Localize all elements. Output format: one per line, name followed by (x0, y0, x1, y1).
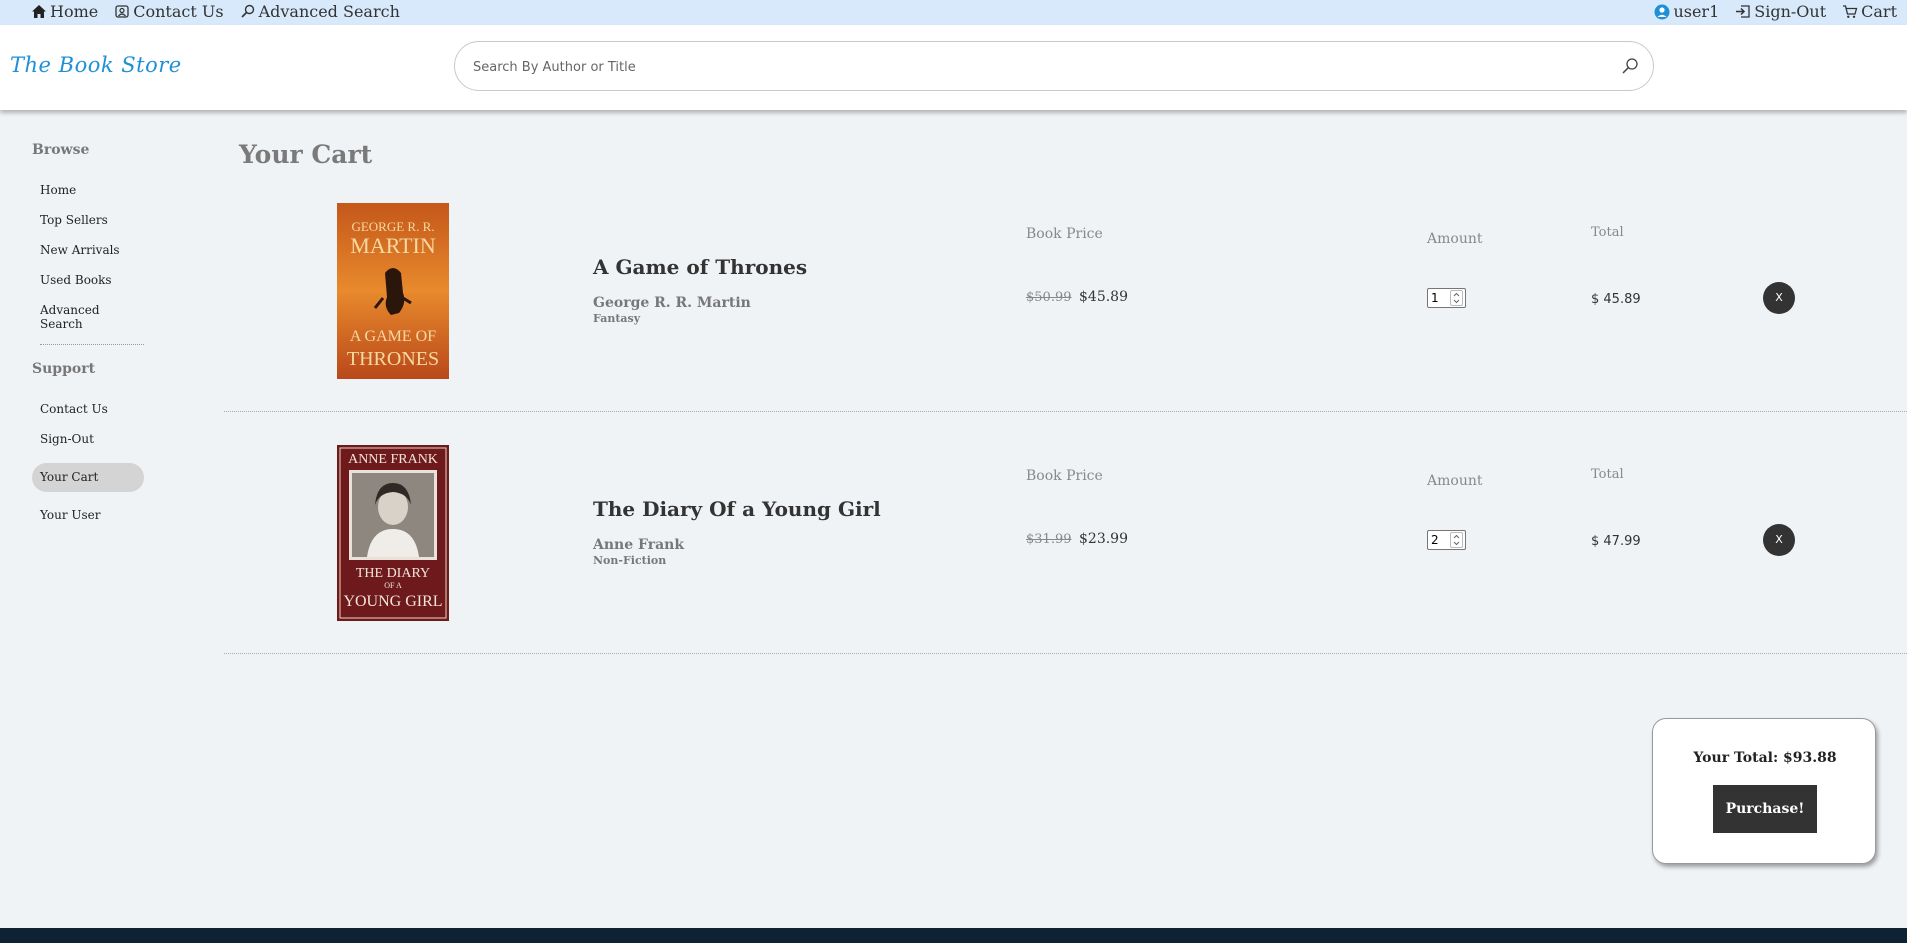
book-genre: Non-Fiction (593, 554, 667, 567)
remove-item-button[interactable]: X (1763, 524, 1795, 556)
cart-icon (1843, 5, 1858, 18)
sidebar-item-your-cart[interactable]: Your Cart (40, 470, 98, 484)
book-author: George R. R. Martin (593, 295, 751, 311)
sign-out-icon (1736, 5, 1750, 18)
search-icon[interactable] (1621, 57, 1639, 75)
svg-text:YOUNG GIRL: YOUNG GIRL (343, 593, 442, 610)
spinner-arrows-icon (1453, 292, 1460, 304)
cart-summary-box: Your Total: $93.88 Purchase! (1652, 718, 1876, 864)
quantity-stepper[interactable]: 2 (1427, 530, 1466, 550)
nav-signout-link[interactable]: Sign-Out (1735, 2, 1826, 21)
nav-cart-link[interactable]: Cart (1842, 2, 1897, 21)
line-total: $ 45.89 (1591, 292, 1641, 307)
svg-text:A GAME OF: A GAME OF (350, 328, 436, 345)
site-header: The Book Store (0, 25, 1907, 110)
svg-text:THRONES: THRONES (347, 348, 439, 370)
original-price: $50.99 (1026, 290, 1072, 305)
book-title[interactable]: A Game of Thrones (593, 255, 807, 279)
top-nav-bar: Home Contact Us Advanced Search user1 Si… (0, 0, 1907, 25)
contact-icon (115, 5, 129, 18)
home-icon (32, 5, 46, 18)
nav-contact-link[interactable]: Contact Us (114, 2, 224, 21)
sidebar-item-new-arrivals[interactable]: New Arrivals (40, 243, 120, 257)
svg-text:ANNE FRANK: ANNE FRANK (348, 452, 438, 467)
sidebar-item-your-user[interactable]: Your User (40, 508, 101, 522)
original-price: $31.99 (1026, 532, 1072, 547)
sidebar-item-used-books[interactable]: Used Books (40, 273, 112, 287)
sidebar-item-sign-out[interactable]: Sign-Out (40, 432, 94, 446)
line-total: $ 47.99 (1591, 534, 1641, 549)
quantity-stepper[interactable]: 1 (1427, 288, 1466, 308)
cart-item: ANNE FRANK THE DIARY OF A YOUNG GIRL The… (224, 442, 1907, 654)
book-price-label: Book Price (1026, 226, 1103, 242)
amount-label: Amount (1427, 231, 1483, 247)
nav-home-label: Home (50, 2, 99, 21)
spinner-arrows-icon (1453, 534, 1460, 546)
svg-text:GEORGE R. R.: GEORGE R. R. (351, 219, 434, 234)
sidebar-support-heading: Support (32, 361, 96, 377)
sidebar-item-advanced-search[interactable]: Advanced Search (40, 303, 144, 331)
remove-item-button[interactable]: X (1763, 282, 1795, 314)
site-footer (0, 928, 1907, 943)
total-label: Total (1591, 225, 1624, 240)
nav-user-link[interactable]: user1 (1654, 2, 1719, 21)
nav-advanced-search-label: Advanced Search (258, 2, 400, 21)
sidebar-item-home[interactable]: Home (40, 183, 76, 197)
nav-contact-label: Contact Us (133, 2, 224, 21)
search-bar (454, 41, 1654, 92)
svg-text:THE DIARY: THE DIARY (356, 566, 430, 581)
sidebar-item-top-sellers[interactable]: Top Sellers (40, 213, 108, 227)
quantity-value: 1 (1431, 291, 1439, 305)
book-cover-image[interactable]: GEORGE R. R. MARTIN A GAME OF THRONES (337, 203, 449, 379)
total-label: Total (1591, 467, 1624, 482)
page-title: Your Cart (239, 140, 373, 169)
book-title[interactable]: The Diary Of a Young Girl (593, 497, 881, 521)
svg-text:MARTIN: MARTIN (350, 233, 436, 258)
cart-total-text: Your Total: $93.88 (1693, 750, 1837, 766)
sidebar-divider (40, 344, 144, 345)
sidebar-browse-heading: Browse (32, 142, 90, 158)
book-cover-image[interactable]: ANNE FRANK THE DIARY OF A YOUNG GIRL (337, 445, 449, 621)
quantity-value: 2 (1431, 533, 1439, 547)
sidebar-item-contact-us[interactable]: Contact Us (40, 402, 108, 416)
purchase-button[interactable]: Purchase! (1713, 785, 1817, 833)
spin-buttons[interactable] (1450, 290, 1463, 306)
book-price-label: Book Price (1026, 468, 1103, 484)
nav-signout-label: Sign-Out (1754, 2, 1827, 21)
nav-advanced-search-link[interactable]: Advanced Search (240, 2, 400, 21)
nav-cart-label: Cart (1861, 2, 1897, 21)
item-divider (224, 411, 1907, 412)
book-author: Anne Frank (593, 537, 685, 553)
search-input[interactable] (471, 42, 1605, 92)
nav-home-link[interactable]: Home (31, 2, 98, 21)
top-nav-right: user1 Sign-Out Cart (1638, 2, 1897, 21)
search-icon (240, 4, 254, 18)
user-icon (1654, 4, 1670, 19)
sale-price: $45.89 (1079, 289, 1128, 305)
item-divider (224, 653, 1907, 654)
svg-text:OF A: OF A (384, 581, 402, 590)
spin-buttons[interactable] (1450, 532, 1463, 548)
amount-label: Amount (1427, 473, 1483, 489)
nav-user-label: user1 (1673, 2, 1720, 21)
site-logo[interactable]: The Book Store (10, 53, 182, 77)
book-genre: Fantasy (593, 312, 641, 325)
sale-price: $23.99 (1079, 531, 1128, 547)
cart-item: GEORGE R. R. MARTIN A GAME OF THRONES A … (224, 200, 1907, 412)
top-nav-left: Home Contact Us Advanced Search (31, 2, 416, 21)
